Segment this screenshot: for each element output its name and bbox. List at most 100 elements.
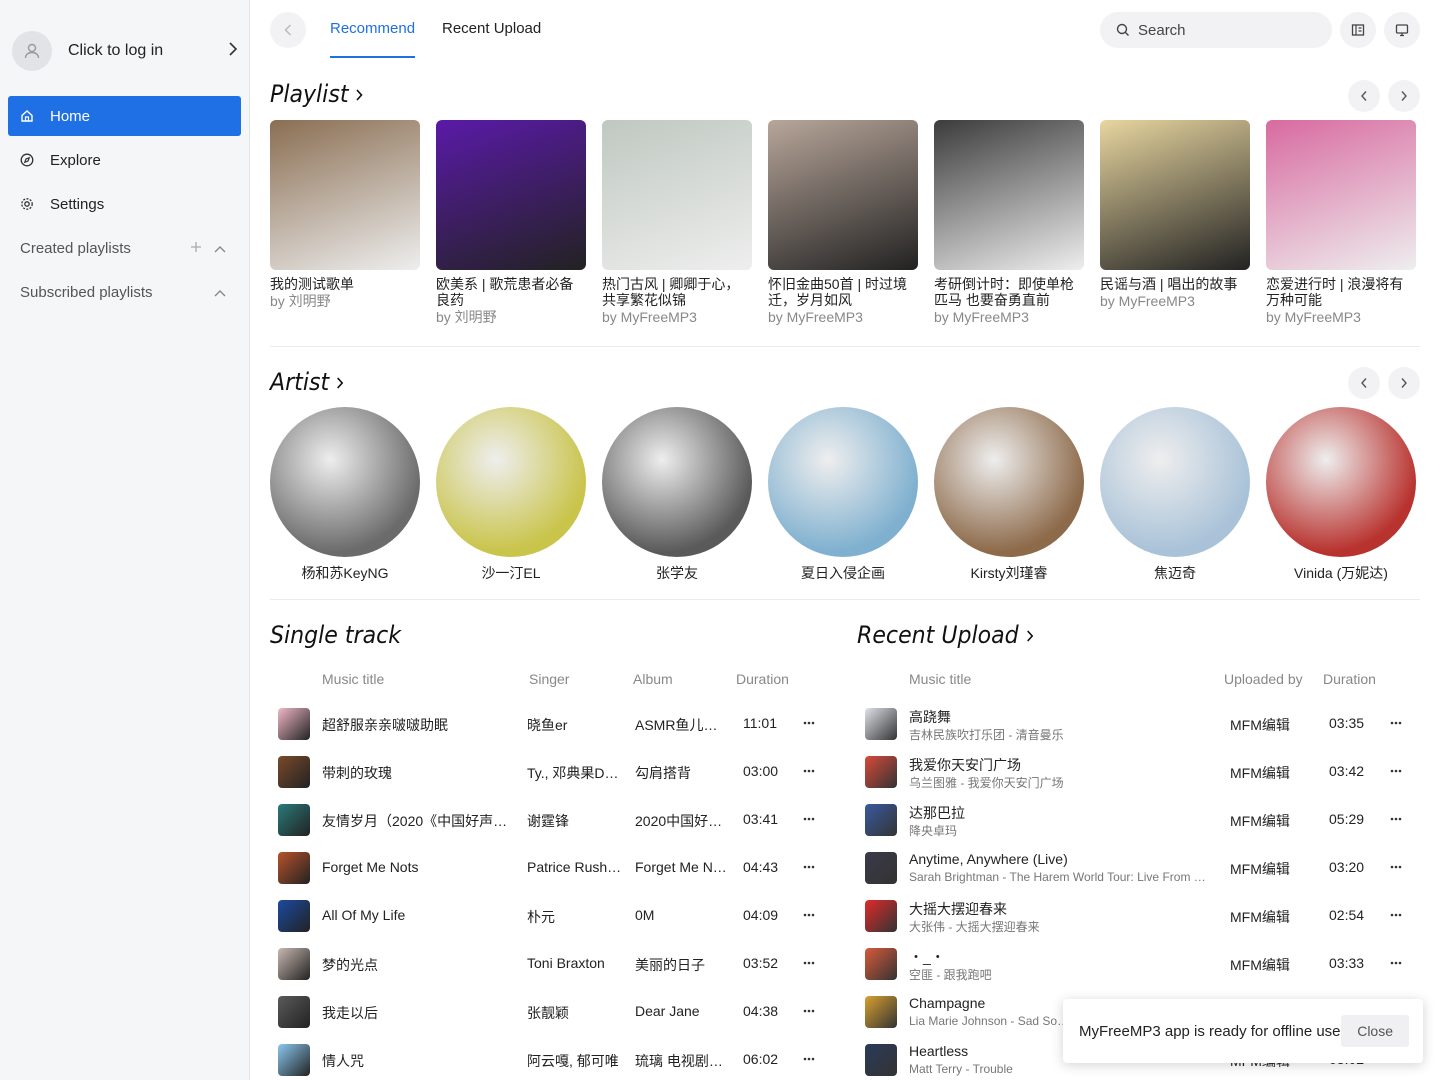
more-icon[interactable] (803, 712, 815, 728)
more-icon[interactable] (1390, 760, 1402, 776)
artist-card[interactable]: Kirsty刘瑾睿 (934, 407, 1084, 583)
playlist-cover[interactable] (1100, 120, 1250, 270)
table-row[interactable]: Forget Me Nots Patrice Rush… Forget Me N… 0… (270, 844, 830, 892)
track-artist-album[interactable]: Sarah Brightman - The Harem World Tour: … (909, 870, 1219, 884)
playlist-next-button[interactable] (1388, 80, 1420, 112)
table-row[interactable]: 高跷舞 吉林民族吹打乐团 - 清音曼乐 MFM编辑 03:35 (857, 700, 1417, 748)
artist-name[interactable]: Kirsty刘瑾睿 (934, 563, 1084, 583)
playlist-name[interactable]: 欧美系 | 歌荒患者必备良药 (436, 276, 586, 308)
track-album[interactable]: Dear Jane (635, 1003, 731, 1019)
table-row[interactable]: 我爱你天安门广场 乌兰图雅 - 我爱你天安门广场 MFM编辑 03:42 (857, 748, 1417, 796)
tab-recent-upload[interactable]: Recent Upload (442, 20, 541, 58)
playlist-cover[interactable] (1266, 120, 1416, 270)
recent-upload-title[interactable]: Recent Upload (857, 621, 1034, 649)
back-button[interactable] (270, 12, 306, 48)
track-artist-album[interactable]: 乌兰图雅 - 我爱你天安门广场 (909, 774, 1219, 791)
playlist-cover[interactable] (602, 120, 752, 270)
track-album[interactable]: ASMR鱼儿睡… (635, 715, 731, 735)
nav-home[interactable]: Home (8, 96, 241, 136)
track-singer[interactable]: Ty., 邓典果D… (527, 763, 623, 783)
more-icon[interactable] (1390, 856, 1402, 872)
playlist-name[interactable]: 我的测试歌单 (270, 276, 420, 292)
playlist-card[interactable]: 考研倒计时：即使单枪匹马 也要奋勇直前 by MyFreeMP3 (934, 120, 1084, 326)
artist-card[interactable]: 张学友 (602, 407, 752, 583)
artist-card[interactable]: 夏日入侵企画 (768, 407, 918, 583)
artist-photo[interactable] (1100, 407, 1250, 557)
track-singer[interactable]: 朴元 (527, 907, 623, 927)
playlist-name[interactable]: 恋爱进行时 | 浪漫将有万种可能 (1266, 276, 1416, 308)
artist-photo[interactable] (270, 407, 420, 557)
artist-card[interactable]: 沙一汀EL (436, 407, 586, 583)
playlist-name[interactable]: 热门古风 | 卿卿于心，共享繁花似锦 (602, 276, 752, 308)
track-artist-album[interactable]: 降央卓玛 (909, 822, 1219, 839)
track-singer[interactable]: Toni Braxton (527, 955, 623, 971)
desktop-mode-button[interactable] (1384, 12, 1420, 48)
table-row[interactable]: 带刺的玫瑰 Ty., 邓典果D… 勾肩搭背 03:00 (270, 748, 830, 796)
subscribed-playlists-header[interactable]: Subscribed playlists (20, 280, 232, 304)
track-singer[interactable]: 谢霆锋 (527, 811, 623, 831)
table-row[interactable]: All Of My Life 朴元 0M 04:09 (270, 892, 830, 940)
track-singer[interactable]: 阿云嘎, 郁可唯 (527, 1051, 623, 1071)
artist-name[interactable]: Vinida (万妮达) (1266, 563, 1416, 583)
playlist-card[interactable]: 恋爱进行时 | 浪漫将有万种可能 by MyFreeMP3 (1266, 120, 1416, 326)
track-artist-album[interactable]: 空匪 - 跟我跑吧 (909, 966, 1219, 983)
artist-photo[interactable] (1266, 407, 1416, 557)
artist-name[interactable]: 杨和苏KeyNG (270, 563, 420, 583)
artist-card[interactable]: Vinida (万妮达) (1266, 407, 1416, 583)
track-album[interactable]: 美丽的日子 (635, 955, 731, 975)
table-row[interactable]: 情人咒 阿云嘎, 郁可唯 琉璃 电视剧… 06:02 (270, 1036, 830, 1080)
artist-name[interactable]: 夏日入侵企画 (768, 563, 918, 583)
playlist-cover[interactable] (436, 120, 586, 270)
track-artist-album[interactable]: Matt Terry - Trouble (909, 1062, 1219, 1076)
playlist-cover[interactable] (934, 120, 1084, 270)
artist-card[interactable]: 焦迈奇 (1100, 407, 1250, 583)
table-row[interactable]: 达那巴拉 降央卓玛 MFM编辑 05:29 (857, 796, 1417, 844)
more-icon[interactable] (803, 952, 815, 968)
table-row[interactable]: 大摇大摆迎春来 大张伟 - 大摇大摆迎春来 MFM编辑 02:54 (857, 892, 1417, 940)
artist-card[interactable]: 杨和苏KeyNG (270, 407, 420, 583)
playlist-card[interactable]: 热门古风 | 卿卿于心，共享繁花似锦 by MyFreeMP3 (602, 120, 752, 326)
artist-section-title[interactable]: Artist (270, 368, 344, 396)
track-album[interactable]: Forget Me N… (635, 859, 731, 875)
artist-name[interactable]: 焦迈奇 (1100, 563, 1250, 583)
more-icon[interactable] (1390, 952, 1402, 968)
layout-toggle-button[interactable] (1340, 12, 1376, 48)
more-icon[interactable] (1390, 712, 1402, 728)
track-artist-album[interactable]: 大张伟 - 大摇大摆迎春来 (909, 918, 1219, 935)
artist-photo[interactable] (602, 407, 752, 557)
tab-recommend[interactable]: Recommend (330, 20, 416, 58)
toast-close-button[interactable]: Close (1341, 1015, 1409, 1047)
table-row[interactable]: 超舒服亲亲啵啵助眠 晓鱼er ASMR鱼儿睡… 11:01 (270, 700, 830, 748)
track-album[interactable]: 勾肩搭背 (635, 763, 731, 783)
playlist-card[interactable]: 我的测试歌单 by 刘明野 (270, 120, 420, 310)
more-icon[interactable] (803, 1000, 815, 1016)
artist-photo[interactable] (768, 407, 918, 557)
more-icon[interactable] (803, 808, 815, 824)
more-icon[interactable] (803, 1048, 815, 1064)
artist-next-button[interactable] (1388, 367, 1420, 399)
playlist-name[interactable]: 民谣与酒 | 唱出的故事 (1100, 276, 1250, 292)
playlist-name[interactable]: 怀旧金曲50首 | 时过境迁，岁月如风 (768, 276, 918, 308)
track-singer[interactable]: 张靓颖 (527, 1003, 623, 1023)
artist-name[interactable]: 沙一汀EL (436, 563, 586, 583)
more-icon[interactable] (1390, 904, 1402, 920)
more-icon[interactable] (803, 760, 815, 776)
table-row[interactable]: 我走以后 张靓颖 Dear Jane 04:38 (270, 988, 830, 1036)
playlist-card[interactable]: 欧美系 | 歌荒患者必备良药 by 刘明野 (436, 120, 586, 326)
track-album[interactable]: 2020中国好… (635, 811, 731, 831)
created-playlists-header[interactable]: Created playlists (20, 236, 232, 260)
search-input[interactable]: Search (1100, 12, 1332, 48)
table-row[interactable]: Anytime, Anywhere (Live) Sarah Brightman … (857, 844, 1417, 892)
login-button[interactable]: Click to log in (12, 31, 238, 71)
track-singer[interactable]: 晓鱼er (527, 715, 623, 735)
track-singer[interactable]: Patrice Rush… (527, 859, 623, 875)
more-icon[interactable] (1390, 808, 1402, 824)
playlist-cover[interactable] (270, 120, 420, 270)
playlist-cover[interactable] (768, 120, 918, 270)
artist-photo[interactable] (934, 407, 1084, 557)
more-icon[interactable] (803, 856, 815, 872)
track-album[interactable]: 琉璃 电视剧… (635, 1051, 731, 1071)
playlist-name[interactable]: 考研倒计时：即使单枪匹马 也要奋勇直前 (934, 276, 1084, 308)
table-row[interactable]: ・_・ 空匪 - 跟我跑吧 MFM编辑 03:33 (857, 940, 1417, 988)
playlist-card[interactable]: 民谣与酒 | 唱出的故事 by MyFreeMP3 (1100, 120, 1250, 310)
